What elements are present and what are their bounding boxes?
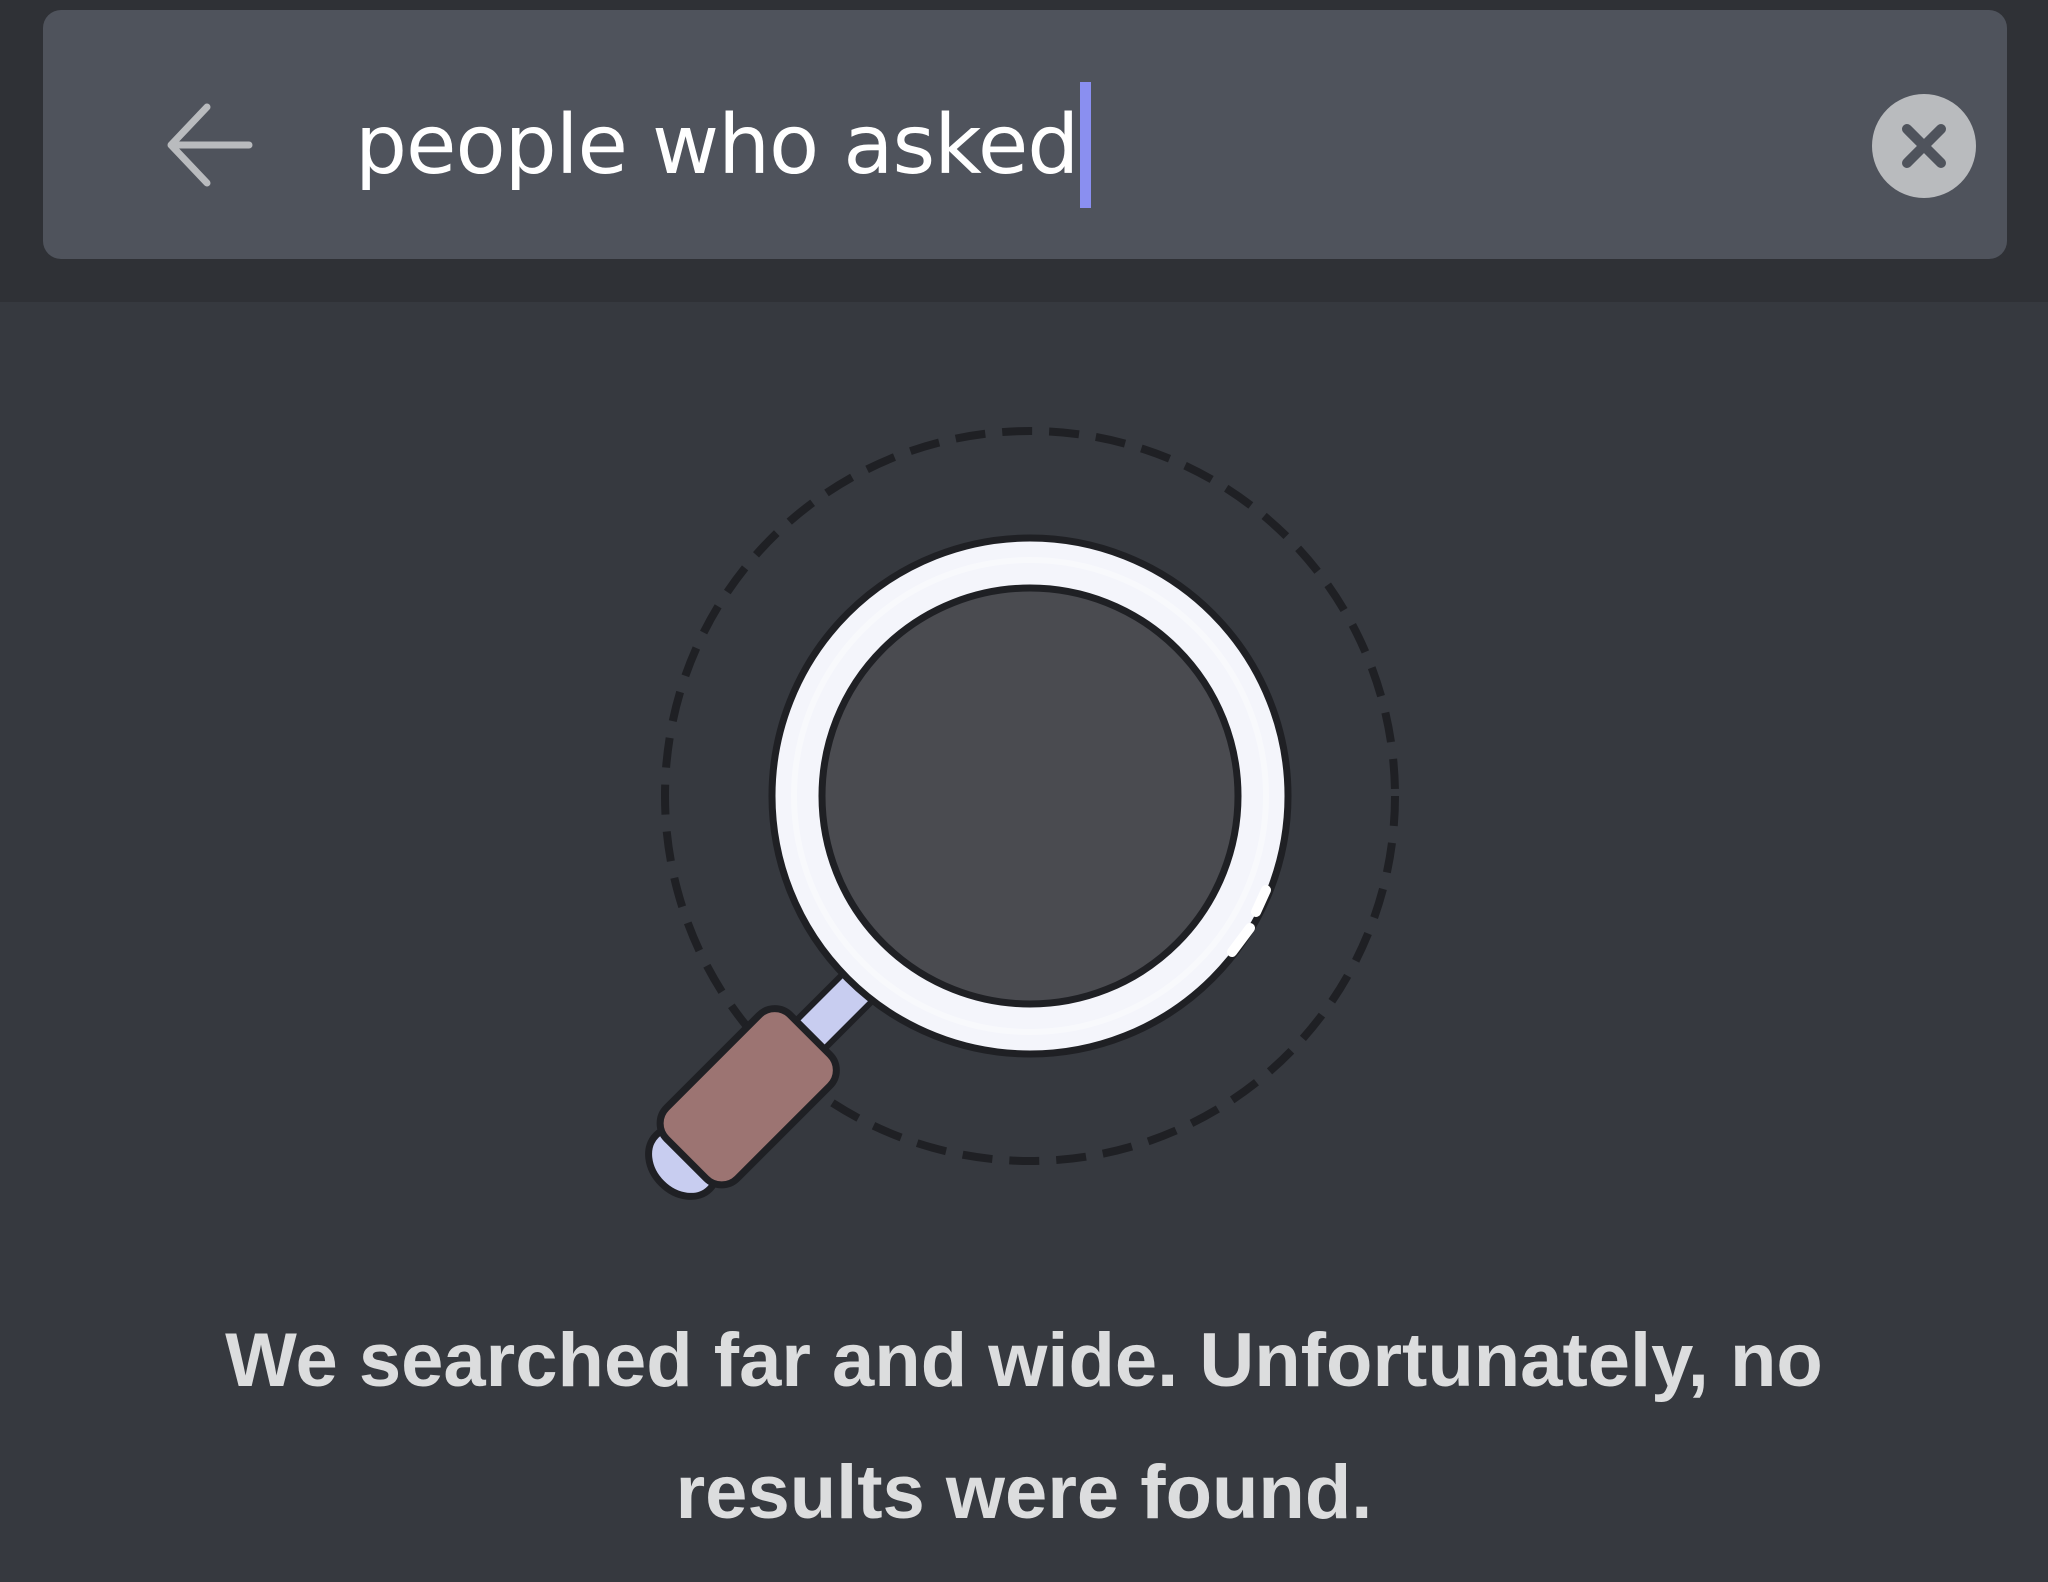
lens-glass (818, 584, 1242, 1008)
no-results-message: We searched far and wide. Unfortunately,… (225, 1318, 1823, 1535)
